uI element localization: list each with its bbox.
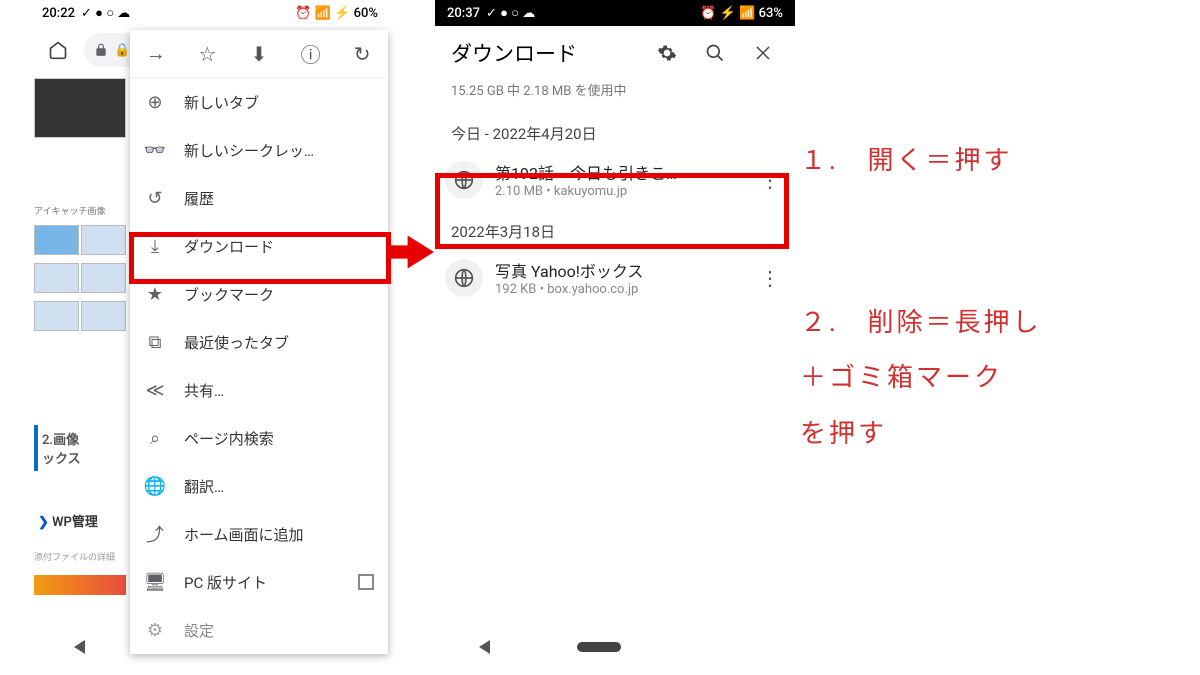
nav-bar-right (435, 632, 795, 662)
downloads-title: ダウンロード (447, 38, 639, 68)
incognito-icon: 👓 (144, 140, 166, 161)
home-icon[interactable] (38, 30, 78, 70)
share-icon: ≪ (144, 380, 166, 401)
desktop-checkbox[interactable] (358, 574, 374, 590)
translate-icon: 🌐 (144, 476, 166, 497)
annotation-2b: ＋ゴミ箱マーク (800, 357, 1042, 399)
info-icon[interactable]: ⓘ (291, 34, 331, 74)
annotations: １. 開く＝押す ２. 削除＝長押し ＋ゴミ箱マーク を押す (800, 140, 1042, 468)
menu-incognito[interactable]: 👓 新しいシークレッ… (130, 126, 388, 174)
reload-icon[interactable]: ↻ (342, 34, 382, 74)
gear-icon: ⚙ (144, 620, 166, 641)
close-icon[interactable] (743, 33, 783, 73)
status-left-icons: ✓ ● ○ ☁ (81, 5, 130, 21)
nav-home-icon[interactable] (577, 642, 621, 652)
status-bar-left: 20:22 ✓ ● ○ ☁ ⏰ 📶 ⚡ 60% (30, 0, 390, 26)
menu-translate[interactable]: 🌐 翻訳… (130, 462, 388, 510)
section-today: 今日 - 2022年4月20日 (435, 109, 795, 152)
status-time: 20:37 (447, 6, 480, 21)
menu-new-tab[interactable]: ⊕ 新しいタブ (130, 78, 388, 126)
phone-right: 20:37 ✓ ● ○ ☁ ⏰ ⚡ 📶 63% ダウンロード 15.25 GB … (435, 0, 795, 670)
menu-history[interactable]: ↺ 履歴 (130, 174, 388, 222)
status-left-icons: ✓ ● ○ ☁ (486, 5, 535, 21)
star-icon[interactable]: ☆ (187, 34, 227, 74)
page-background: アイキャッチ画像 2.画像 ックス ❯ WP管理 添付ファイルの詳細 (30, 74, 130, 599)
nav-back-icon[interactable] (74, 640, 85, 654)
phone-left: 20:22 ✓ ● ○ ☁ ⏰ 📶 ⚡ 60% 🔒 c アイキャッチ画像 2.画… (30, 0, 390, 670)
bg-link-image: 2.画像 ックス (34, 425, 126, 471)
annotation-2c: を押す (800, 413, 1042, 455)
forward-icon[interactable]: → (136, 34, 176, 74)
item-sub: 192 KB • box.yahoo.co.jp (495, 282, 743, 297)
menu-settings[interactable]: ⚙ 設定 (130, 606, 388, 654)
menu-add-home[interactable]: ⤴ ホーム画面に追加 (130, 510, 388, 558)
download-icon[interactable]: ⬇ (239, 34, 279, 74)
status-right-icons: ⏰ 📶 ⚡ 60% (295, 6, 378, 21)
find-icon: ⌕ (144, 428, 166, 449)
gear-icon[interactable] (647, 33, 687, 73)
annotation-1: １. 開く＝押す (800, 140, 1042, 182)
download-item-2[interactable]: 写真 Yahoo!ボックス 192 KB • box.yahoo.co.jp ⋮ (435, 250, 795, 305)
menu-toolbar: → ☆ ⬇ ⓘ ↻ (130, 30, 388, 78)
browser-menu: → ☆ ⬇ ⓘ ↻ ⊕ 新しいタブ 👓 新しいシークレッ… ↺ 履歴 ⤓ ダウン… (130, 30, 388, 654)
menu-share[interactable]: ≪ 共有… (130, 366, 388, 414)
plus-icon: ⊕ (144, 92, 166, 113)
annotation-2a: ２. 削除＝長押し (800, 302, 1042, 344)
bookmark-icon: ★ (144, 284, 166, 305)
highlight-box-menu (129, 232, 391, 284)
status-right-icons: ⏰ ⚡ 📶 63% (700, 6, 783, 21)
add-home-icon: ⤴ (144, 521, 166, 547)
nav-back-icon[interactable] (479, 640, 490, 654)
item-menu-icon[interactable]: ⋮ (755, 266, 785, 290)
search-icon[interactable] (695, 33, 735, 73)
menu-find[interactable]: ⌕ ページ内検索 (130, 414, 388, 462)
menu-desktop[interactable]: 🖥 PC 版サイト (130, 558, 388, 606)
globe-icon (445, 259, 483, 297)
bg-link-wp: ❯ WP管理 (34, 507, 126, 534)
status-time: 20:22 (42, 6, 75, 21)
recent-tabs-icon: ⧉ (144, 332, 166, 353)
storage-usage: 15.25 GB 中 2.18 MB を使用中 (435, 80, 795, 109)
item-title: 写真 Yahoo!ボックス (495, 258, 743, 282)
downloads-header: ダウンロード (435, 26, 795, 80)
highlight-box-item (435, 173, 789, 249)
menu-recent-tabs[interactable]: ⧉ 最近使ったタブ (130, 318, 388, 366)
desktop-icon: 🖥 (144, 572, 166, 593)
history-icon: ↺ (144, 188, 166, 209)
status-bar-right: 20:37 ✓ ● ○ ☁ ⏰ ⚡ 📶 63% (435, 0, 795, 26)
